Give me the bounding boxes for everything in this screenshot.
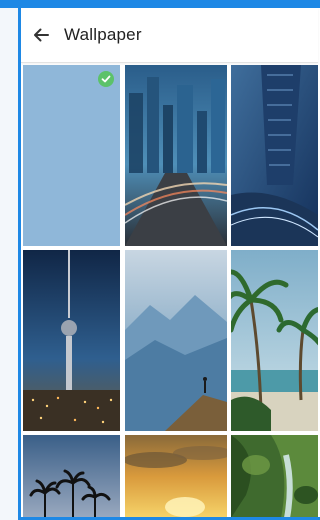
wallpaper-tile-tv-tower[interactable] (23, 250, 120, 431)
status-bar (0, 0, 320, 8)
wallpaper-grid (21, 65, 318, 518)
jungle-image (231, 435, 318, 518)
wallpaper-tile-plain-blue[interactable] (23, 65, 120, 246)
sunset-clouds-image (125, 435, 227, 518)
page-title: Wallpaper (64, 25, 142, 44)
left-edge (0, 8, 18, 520)
check-circle-icon (98, 71, 114, 87)
tv-tower-image (23, 250, 120, 431)
screen: Wallpaper (0, 0, 320, 520)
wallpaper-tile-city-road[interactable] (125, 65, 227, 246)
wallpaper-tile-mountain[interactable] (125, 250, 227, 431)
skyscraper-image (231, 65, 318, 246)
wallpaper-tile-skyscraper[interactable] (231, 65, 318, 246)
city-road-image (125, 65, 227, 246)
palm-beach-image (231, 250, 318, 431)
wallpaper-tile-sunset-clouds[interactable] (125, 435, 227, 518)
back-button[interactable] (27, 21, 55, 49)
wallpaper-screen: Wallpaper (18, 8, 320, 518)
wallpaper-tile-palm-sunset[interactable] (23, 435, 120, 518)
mountain-image (125, 250, 227, 431)
palm-sunset-image (23, 435, 120, 518)
app-bar: Wallpaper (21, 8, 318, 63)
wallpaper-tile-jungle[interactable] (231, 435, 318, 518)
wallpaper-tile-palm-beach[interactable] (231, 250, 318, 431)
arrow-left-icon (34, 28, 49, 42)
